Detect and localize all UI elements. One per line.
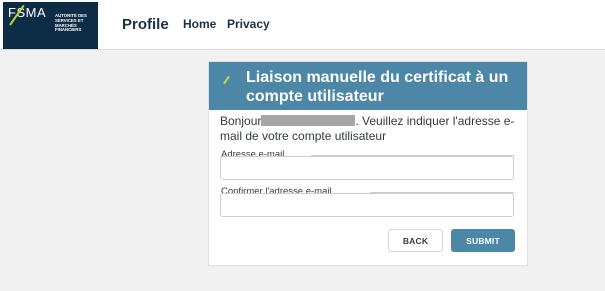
confirm-email-field[interactable]: [220, 193, 514, 217]
card-title: Liaison manuelle du certificat à un comp…: [246, 69, 509, 105]
link-certificate-card: Liaison manuelle du certificat à un comp…: [208, 61, 528, 266]
navbar: FSMA AUTORITÉ DES SERVICES ET MARCHÉS FI…: [0, 0, 605, 50]
logo-subtitle: AUTORITÉ DES SERVICES ET MARCHÉS FINANCI…: [55, 13, 87, 33]
brand-link[interactable]: Profile: [122, 16, 169, 33]
fsma-logo[interactable]: FSMA AUTORITÉ DES SERVICES ET MARCHÉS FI…: [3, 2, 98, 49]
nav-home-link[interactable]: Home: [183, 17, 216, 31]
slash-icon: [223, 75, 230, 85]
email-field[interactable]: [220, 156, 514, 180]
submit-button[interactable]: SUBMIT: [451, 229, 515, 252]
intro-text: Bonjour. Veuillez indiquer l'adresse e-m…: [220, 114, 520, 144]
greeting: Bonjour: [220, 114, 262, 128]
nav-privacy-link[interactable]: Privacy: [227, 17, 270, 31]
redacted-name: [261, 115, 356, 126]
back-button[interactable]: BACK: [388, 229, 443, 252]
card-header: Liaison manuelle du certificat à un comp…: [209, 62, 527, 110]
